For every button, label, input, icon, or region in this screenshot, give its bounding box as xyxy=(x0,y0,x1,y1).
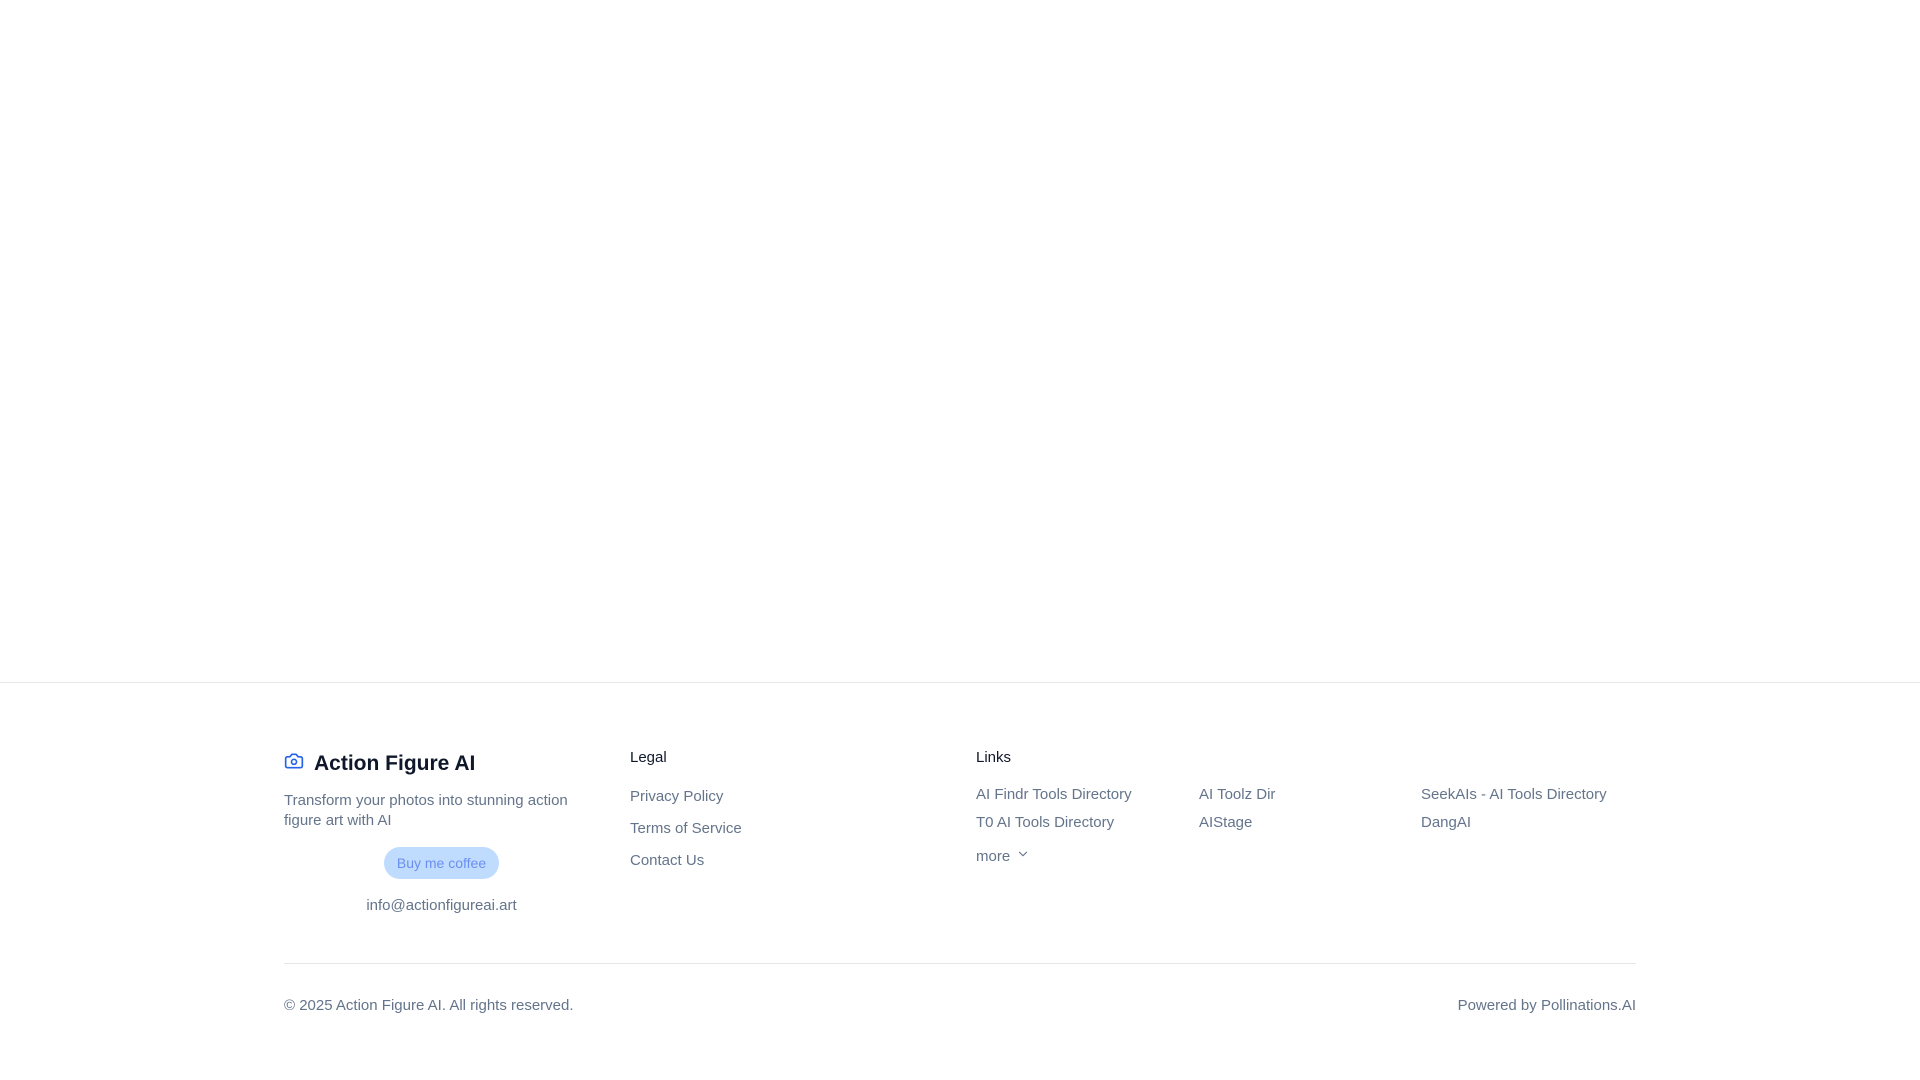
legal-heading: Legal xyxy=(630,749,667,766)
links-grid: AI Findr Tools Directory AI Toolz Dir Se… xyxy=(976,785,1636,833)
buy-me-coffee-button[interactable]: Buy me coffee xyxy=(383,847,500,879)
link-ai-findr[interactable]: AI Findr Tools Directory xyxy=(976,785,1199,805)
link-t0-ai-tools[interactable]: T0 AI Tools Directory xyxy=(976,813,1199,833)
powered-by-text[interactable]: Powered by Pollinations.AI xyxy=(1458,997,1636,1014)
legal-item: Terms of Service xyxy=(630,819,742,851)
legal-item: Contact Us xyxy=(630,851,742,883)
more-links-toggle[interactable]: more xyxy=(976,847,1636,865)
chevron-down-icon xyxy=(1016,847,1030,865)
main-content-area xyxy=(0,0,1920,682)
links-column: Links AI Findr Tools Directory AI Toolz … xyxy=(976,749,1636,865)
link-ai-toolz-dir[interactable]: AI Toolz Dir xyxy=(1199,785,1421,805)
brand-column: Action Figure AI Transform your photos i… xyxy=(284,749,584,914)
copyright-text: © 2025 Action Figure AI. All rights rese… xyxy=(284,997,574,1014)
terms-of-service-link[interactable]: Terms of Service xyxy=(630,820,742,837)
legal-list: Privacy Policy Terms of Service Contact … xyxy=(630,787,742,883)
privacy-policy-link[interactable]: Privacy Policy xyxy=(630,788,723,805)
brand-title: Action Figure AI xyxy=(284,749,584,779)
link-seekais[interactable]: SeekAIs - AI Tools Directory xyxy=(1421,785,1636,805)
legal-item: Privacy Policy xyxy=(630,787,742,819)
footer-divider xyxy=(284,963,1636,964)
coffee-wrapper: Buy me coffee xyxy=(284,847,599,879)
footer-bottom-row: © 2025 Action Figure AI. All rights rese… xyxy=(284,997,1636,1014)
brand-name: Action Figure AI xyxy=(314,752,476,775)
camera-icon xyxy=(284,751,304,777)
contact-email[interactable]: info@actionfigureai.art xyxy=(284,897,599,914)
contact-us-link[interactable]: Contact Us xyxy=(630,852,704,869)
link-dangai[interactable]: DangAI xyxy=(1421,813,1636,833)
more-label: more xyxy=(976,847,1011,865)
link-aistage[interactable]: AIStage xyxy=(1199,813,1421,833)
links-heading: Links xyxy=(976,749,1012,766)
legal-column: Legal Privacy Policy Terms of Service Co… xyxy=(630,749,742,883)
brand-tagline: Transform your photos into stunning acti… xyxy=(284,792,568,829)
site-footer: Action Figure AI Transform your photos i… xyxy=(0,682,1920,1080)
